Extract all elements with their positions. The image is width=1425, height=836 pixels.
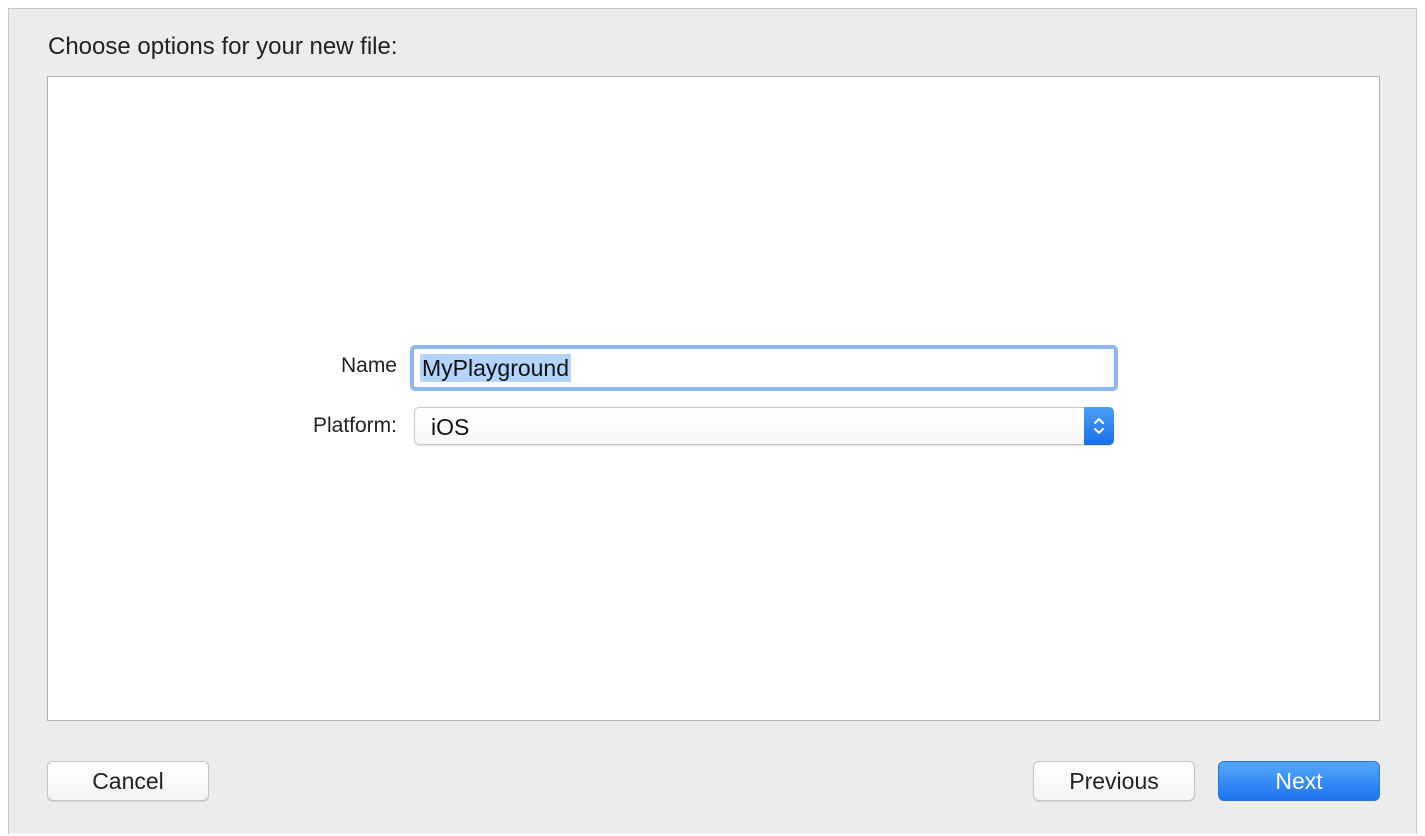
platform-popup[interactable]: iOS	[414, 407, 1114, 445]
platform-label: Platform:	[312, 414, 397, 437]
next-button[interactable]: Next	[1218, 761, 1380, 801]
name-field-value[interactable]: MyPlayground	[420, 354, 572, 382]
name-label: Name	[340, 354, 397, 377]
platform-selected-value[interactable]: iOS	[431, 414, 469, 441]
previous-button[interactable]: Previous	[1033, 761, 1195, 801]
new-file-options-sheet: Choose options for your new file: Name M…	[8, 8, 1417, 834]
cancel-button[interactable]: Cancel	[47, 761, 209, 801]
sheet-title: Choose options for your new file:	[48, 33, 398, 60]
name-field[interactable]: MyPlayground	[410, 345, 1118, 391]
options-panel: Name MyPlayground Platform: iOS	[47, 76, 1380, 721]
chevron-up-down-icon[interactable]	[1084, 407, 1114, 445]
